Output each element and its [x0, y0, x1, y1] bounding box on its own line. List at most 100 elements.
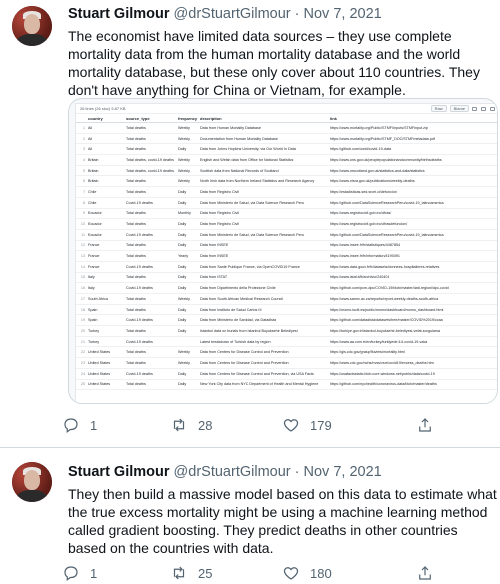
retweet-button[interactable]: 25 [170, 564, 282, 582]
table-cell[interactable]: https://www.cdc.gov/nchs/nvss/vsrr/covid… [330, 361, 497, 365]
table-cell[interactable]: https://github.com/datadista/datasets/tr… [330, 318, 497, 322]
table-cell[interactable]: https://www.nisra.gov.uk/publications/we… [330, 179, 497, 183]
table-row: 16 Italy Covid-19 deaths Daily Data from Dip… [76, 283, 497, 294]
table-cell[interactable]: https://www.registrocivil.gob.ec/cifrasd… [330, 222, 497, 226]
heart-icon [283, 419, 299, 432]
edit-icon[interactable] [481, 106, 486, 111]
table-row: 12 France Total deaths Daily Data from INSEE… [76, 241, 497, 252]
table-cell[interactable]: https://www.mortality.org/Public/STMF/In… [330, 126, 497, 130]
column-header: frequency [178, 115, 198, 121]
table-cell: Covid-19 deaths [126, 232, 153, 237]
table-cell[interactable]: https://www.mortality.org/Public/STMF_DO… [330, 137, 497, 141]
table-cell: Turkey [88, 328, 100, 333]
table-cell[interactable]: https://www.aa.com.tr/en/turkey/turkiyed… [330, 340, 497, 344]
sheet-header-row: country source_type frequency descriptio… [76, 114, 497, 123]
line-number: 3 [82, 147, 85, 152]
table-cell: Total deaths [126, 179, 146, 184]
author-name[interactable]: Stuart Gilmour [68, 6, 170, 22]
table-row: 8 Chile Covid-19 deaths Daily Data from Mini… [76, 198, 497, 209]
table-cell: France [88, 264, 100, 269]
table-cell[interactable]: https://www.nrscotland.gov.uk/statistics… [330, 169, 497, 173]
table-cell: Britain [88, 168, 99, 173]
blame-button[interactable]: Blame [449, 105, 469, 112]
table-cell: Data from ISTAT [200, 275, 228, 280]
table-cell: Yearly [178, 254, 189, 259]
table-cell: Weekly [178, 350, 191, 355]
table-cell[interactable]: https://momo.isciii.es/public/momo/dashb… [330, 308, 497, 312]
table-cell: Data from Johns Hopkins University, via … [200, 147, 296, 152]
table-cell: United States [88, 360, 111, 365]
table-cell: Total deaths [126, 307, 146, 312]
table-row: 22 United States Total deaths Weekly Data fr… [76, 347, 497, 359]
column-header: source_type [126, 115, 150, 121]
table-cell: Italy [88, 286, 95, 291]
table-cell[interactable]: https://github.com/owid/covid-19-data [330, 147, 497, 151]
table-cell: Total deaths [126, 189, 146, 194]
table-cell[interactable]: https://github.com/DataScienceResearchPe… [330, 233, 497, 237]
table-cell[interactable]: https://gis.cdc.gov/grasp/fluview/mortal… [330, 350, 497, 354]
table-row: 6 Britain Total deaths Weekly North Irish da… [76, 176, 497, 188]
table-cell: Daily [178, 275, 187, 280]
desktop-icon[interactable] [472, 106, 477, 111]
tweet-date[interactable]: Nov 7, 2021 [304, 464, 382, 480]
tweet-actions: 1 25 180 [62, 562, 482, 584]
retweet-count: 28 [198, 417, 213, 433]
table-cell[interactable]: https://www.data.gouv.fr/fr/datasets/don… [330, 265, 497, 269]
table-cell[interactable]: https://turkiye.gov.tr/istanbul-buyukseh… [330, 329, 497, 333]
table-cell[interactable]: https://www.insee.fr/fr/information/4190… [330, 254, 497, 258]
reply-count: 1 [90, 565, 98, 581]
table-cell[interactable]: https://usafactsstatic.blob.core.windows… [330, 372, 497, 376]
table-cell: Ecuador [88, 232, 102, 237]
table-cell[interactable]: https://www.registrocivil.gob.ec/cifras/ [330, 211, 497, 215]
table-row: 23 United States Total deaths Weekly Data fr… [76, 358, 497, 369]
reply-icon [64, 418, 78, 433]
table-cell[interactable]: https://www.insee.fr/fr/statistiques/448… [330, 243, 497, 247]
table-cell: Total deaths [126, 125, 146, 130]
author-handle[interactable]: @drStuartGilmour [174, 464, 291, 480]
line-number: 4 [82, 157, 85, 162]
table-cell: Daily [178, 232, 187, 237]
table-cell: Spain [88, 307, 98, 312]
line-number: 5 [82, 168, 85, 173]
table-cell: Total deaths [126, 360, 146, 365]
avatar[interactable] [12, 462, 52, 502]
trash-icon[interactable] [490, 106, 495, 111]
table-cell: Britain [88, 157, 99, 162]
table-cell[interactable]: https://github.com/nychealth/coronavirus… [330, 382, 497, 386]
table-cell: Total deaths [126, 136, 146, 141]
like-button[interactable]: 180 [282, 564, 416, 582]
author-name[interactable]: Stuart Gilmour [68, 464, 170, 480]
table-cell: Data from Centers for Disease Control an… [200, 371, 314, 376]
table-cell[interactable]: https://estadisticas.sed.srcei.cl/defunc… [330, 190, 497, 194]
table-cell: All [88, 136, 93, 141]
tweet-date[interactable]: Nov 7, 2021 [304, 6, 382, 22]
table-cell[interactable]: https://github.com/pcm-dpc/COVID-19/blob… [330, 286, 497, 290]
share-icon [419, 418, 431, 432]
like-button[interactable]: 179 [282, 416, 416, 434]
column-header: link [330, 115, 337, 121]
table-cell[interactable]: https://www.samrc.ac.za/reports/report-w… [330, 297, 497, 301]
table-cell[interactable]: https://www.istat.it/it/archivio/240401 [330, 275, 497, 279]
tweet-text: The economist have limited data sources … [68, 28, 480, 98]
table-row: 13 France Total deaths Yearly Data from INSE… [76, 251, 497, 262]
retweet-button[interactable]: 28 [170, 416, 282, 434]
reply-button[interactable]: 1 [62, 416, 170, 434]
line-number: 14 [80, 264, 85, 269]
table-cell: Data from Centers for Disease Control an… [200, 360, 289, 365]
column-header: description [200, 115, 222, 121]
reply-button[interactable]: 1 [62, 564, 170, 582]
avatar[interactable] [12, 6, 52, 46]
share-button[interactable] [416, 416, 434, 434]
table-cell[interactable]: https://www.ons.gov.uk/peoplepopulationa… [330, 158, 497, 162]
table-cell: United States [88, 371, 111, 376]
table-cell: Total deaths, covid-19 deaths [126, 168, 174, 173]
table-row: 2 All Total deaths Weekly Documentation from… [76, 134, 497, 145]
attached-image[interactable]: 26 lines (26 sloc) 5.87 KB Raw Blame cou… [68, 98, 498, 404]
table-cell: Total deaths, covid-19 deaths [126, 157, 174, 162]
table-cell: Total deaths [126, 147, 146, 152]
author-handle[interactable]: @drStuartGilmour [174, 6, 291, 22]
table-cell: Data from INSEE [200, 243, 229, 248]
raw-button[interactable]: Raw [430, 105, 447, 112]
table-cell[interactable]: https://github.com/DataScienceResearchPe… [330, 201, 497, 205]
share-button[interactable] [416, 564, 434, 582]
